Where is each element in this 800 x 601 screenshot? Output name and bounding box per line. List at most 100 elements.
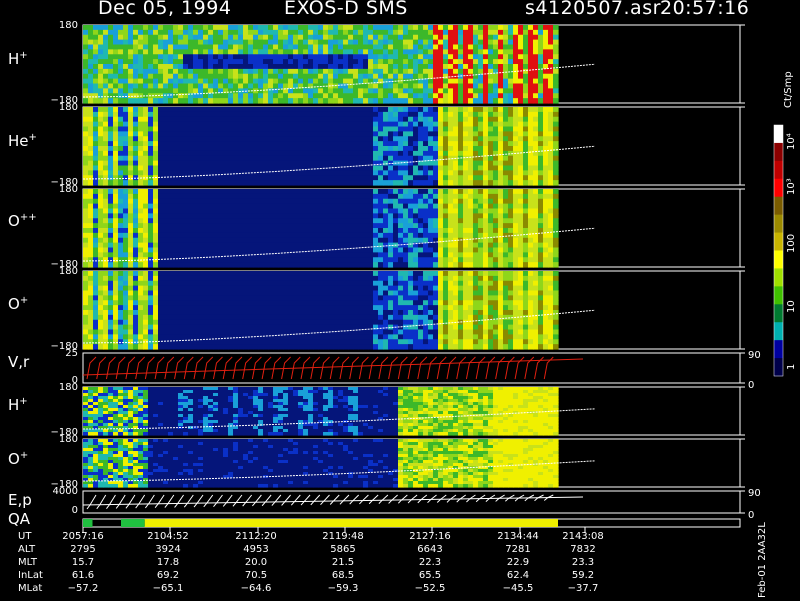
heatmap-cell xyxy=(93,160,99,167)
heatmap-cell xyxy=(433,116,439,123)
heatmap-cell xyxy=(278,198,284,205)
heatmap-cell xyxy=(278,141,284,147)
heatmap-cell xyxy=(148,141,154,147)
heatmap-cell xyxy=(188,83,194,89)
heatmap-cell xyxy=(543,68,549,75)
heatmap-cell xyxy=(338,208,344,214)
heatmap-cell xyxy=(223,175,229,181)
heatmap-cell xyxy=(198,39,204,46)
heatmap-cell xyxy=(83,262,89,268)
heatmap-cell xyxy=(508,25,514,31)
heatmap-cell xyxy=(118,271,124,277)
heatmap-cell xyxy=(488,247,494,253)
heatmap-cell xyxy=(353,88,359,94)
heatmap-cell xyxy=(313,257,319,263)
heatmap-cell xyxy=(488,170,494,176)
heatmap-cell xyxy=(433,193,439,200)
heatmap-cell xyxy=(83,213,89,219)
heatmap-cell xyxy=(83,223,89,229)
heatmap-cell xyxy=(118,280,124,287)
heatmap-cell xyxy=(513,218,519,224)
heatmap-cell xyxy=(238,136,244,142)
heatmap-cell xyxy=(338,213,344,219)
heatmap-cell xyxy=(218,136,224,142)
heatmap-cell xyxy=(108,54,114,60)
heatmap-cell xyxy=(418,107,424,113)
heatmap-cell xyxy=(88,275,94,282)
heatmap-cell xyxy=(313,44,319,50)
heatmap-cell xyxy=(343,44,349,50)
heatmap-cell xyxy=(163,203,169,210)
heatmap-cell xyxy=(338,73,344,80)
heatmap-cell xyxy=(273,223,279,229)
heatmap-cell xyxy=(388,262,394,268)
heatmap-cell xyxy=(233,165,239,171)
heatmap-cell xyxy=(443,83,449,89)
heatmap-cell xyxy=(93,329,99,335)
heatmap-cell xyxy=(83,98,89,104)
heatmap-cell xyxy=(193,271,199,277)
heatmap-cell xyxy=(173,175,179,181)
heatmap-cell xyxy=(528,213,534,219)
heatmap-cell xyxy=(188,131,194,137)
heatmap-cell xyxy=(263,193,269,200)
heatmap-cell xyxy=(473,189,479,195)
heatmap-cell xyxy=(423,141,429,147)
heatmap-cell xyxy=(358,49,364,55)
heatmap-cell xyxy=(423,88,429,94)
heatmap-cell xyxy=(93,111,99,118)
heatmap-cell xyxy=(113,314,119,321)
heatmap-cell xyxy=(213,271,219,277)
heatmap-cell xyxy=(143,141,149,147)
heatmap-cell xyxy=(358,136,364,142)
heatmap-cell xyxy=(273,213,279,219)
heatmap-cell xyxy=(323,121,329,128)
heatmap-cell xyxy=(163,189,169,195)
heatmap-cell xyxy=(128,131,134,137)
heatmap-cell xyxy=(473,25,479,31)
heatmap-cell xyxy=(268,180,274,186)
heatmap-cell xyxy=(373,126,379,132)
heatmap-cell xyxy=(153,170,159,176)
heatmap-cell xyxy=(213,193,219,200)
heatmap-cell xyxy=(178,25,184,31)
heatmap-cell xyxy=(533,136,539,142)
heatmap-cell xyxy=(228,126,234,132)
heatmap-cell xyxy=(308,208,314,214)
heatmap-cell xyxy=(338,160,344,167)
heatmap-cell xyxy=(383,29,389,36)
heatmap-cell xyxy=(488,189,494,195)
heatmap-cell xyxy=(443,78,449,85)
heatmap-cell xyxy=(513,136,519,142)
heatmap-cell xyxy=(318,257,324,263)
heatmap-cell xyxy=(493,189,499,195)
heatmap-cell xyxy=(83,232,89,239)
heatmap-cell xyxy=(428,242,434,249)
heatmap-cell xyxy=(283,73,289,80)
heatmap-cell xyxy=(218,223,224,229)
heatmap-cell xyxy=(428,160,434,167)
heatmap-cell xyxy=(413,247,419,253)
heatmap-cell xyxy=(233,262,239,268)
heatmap-cell xyxy=(138,208,144,214)
heatmap-cell xyxy=(528,237,534,244)
heatmap-cell xyxy=(178,39,184,46)
heatmap-cell xyxy=(253,25,259,31)
heatmap-cell xyxy=(168,189,174,195)
heatmap-cell xyxy=(258,126,264,132)
heatmap-cell xyxy=(553,213,559,219)
heatmap-cell xyxy=(523,165,529,171)
heatmap-cell xyxy=(458,160,464,167)
heatmap-cell xyxy=(173,252,179,258)
heatmap-cell xyxy=(258,218,264,224)
heatmap-cell xyxy=(388,49,394,55)
heatmap-cell xyxy=(233,88,239,94)
heatmap-cell xyxy=(263,252,269,258)
heatmap-cell xyxy=(358,252,364,258)
heatmap-cell xyxy=(518,44,524,50)
heatmap-cell xyxy=(208,29,214,36)
heatmap-cell xyxy=(163,165,169,171)
heatmap-cell xyxy=(183,218,189,224)
heatmap-cell xyxy=(123,305,129,311)
heatmap-cell xyxy=(98,344,104,350)
